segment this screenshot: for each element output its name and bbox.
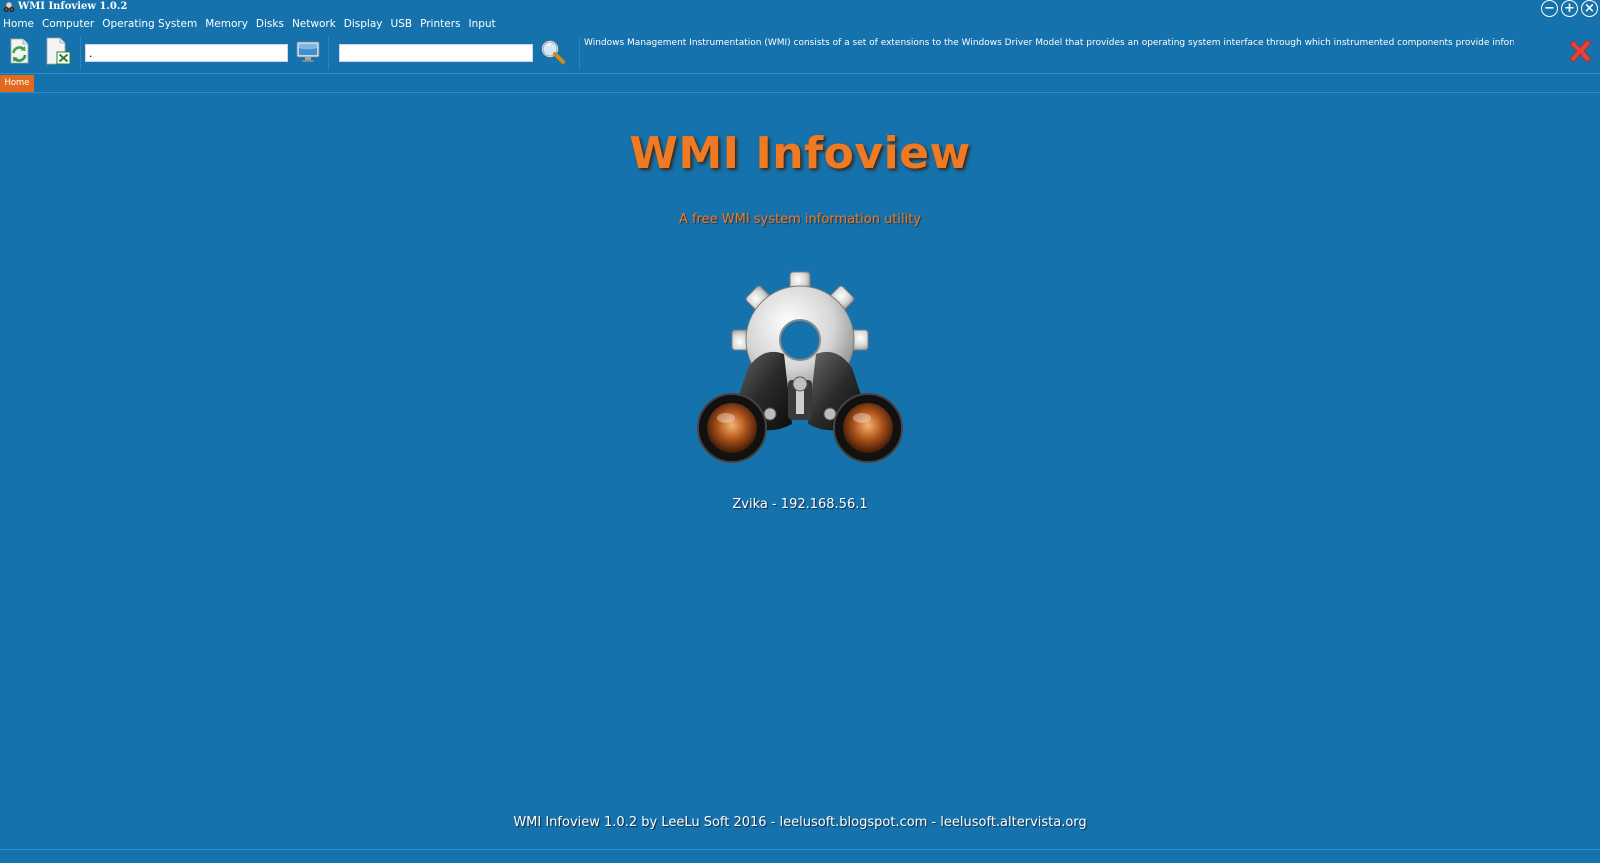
app-heading: WMI Infoview xyxy=(629,128,971,179)
app-window: WMI Infoview 1.0.2 − + × Home Computer O… xyxy=(0,0,1600,863)
close-button[interactable]: × xyxy=(1581,0,1598,17)
window-title: WMI Infoview 1.0.2 xyxy=(18,1,128,12)
menu-item-operating-system[interactable]: Operating System xyxy=(98,18,201,30)
window-controls: − + × xyxy=(1541,0,1598,17)
menu-item-network[interactable]: Network xyxy=(288,18,340,30)
toolbar-separator xyxy=(80,36,81,70)
title-bar[interactable]: WMI Infoview 1.0.2 − + × xyxy=(0,0,1600,17)
bottom-divider xyxy=(0,849,1600,850)
menu-item-usb[interactable]: USB xyxy=(387,18,417,30)
search-input[interactable] xyxy=(339,44,533,62)
app-icon xyxy=(3,1,15,12)
toolbar-separator xyxy=(328,36,329,70)
monitor-icon[interactable] xyxy=(295,39,321,65)
menu-item-home[interactable]: Home xyxy=(0,18,38,30)
magnifier-icon[interactable] xyxy=(540,39,566,65)
menu-item-input[interactable]: Input xyxy=(464,18,499,30)
app-subtitle: A free WMI system information utility xyxy=(678,212,922,227)
menu-item-disks[interactable]: Disks xyxy=(252,18,288,30)
maximize-button[interactable]: + xyxy=(1561,0,1578,17)
export-excel-icon[interactable] xyxy=(43,36,73,66)
refresh-icon[interactable] xyxy=(4,36,34,66)
minimize-button[interactable]: − xyxy=(1541,0,1558,17)
toolbar-separator xyxy=(579,36,580,70)
footer-credits: WMI Infoview 1.0.2 by LeeLu Soft 2016 - … xyxy=(513,815,1087,830)
host-label: Zvika - 192.168.56.1 xyxy=(732,497,868,512)
gear-binoculars-icon xyxy=(697,271,903,463)
wmi-description: Windows Management Instrumentation (WMI)… xyxy=(584,38,1514,48)
toolbar: Windows Management Instrumentation (WMI)… xyxy=(0,33,1600,73)
menu-bar: Home Computer Operating System Memory Di… xyxy=(0,16,500,31)
menu-item-printers[interactable]: Printers xyxy=(416,18,464,30)
menu-item-computer[interactable]: Computer xyxy=(38,18,98,30)
menu-item-memory[interactable]: Memory xyxy=(201,18,252,30)
close-x-icon[interactable] xyxy=(1564,36,1596,68)
computer-name-input[interactable] xyxy=(85,44,288,62)
menu-item-display[interactable]: Display xyxy=(340,18,387,30)
tab-home[interactable]: Home xyxy=(0,75,34,92)
tab-divider xyxy=(0,92,1600,93)
toolbar-divider xyxy=(0,73,1600,74)
